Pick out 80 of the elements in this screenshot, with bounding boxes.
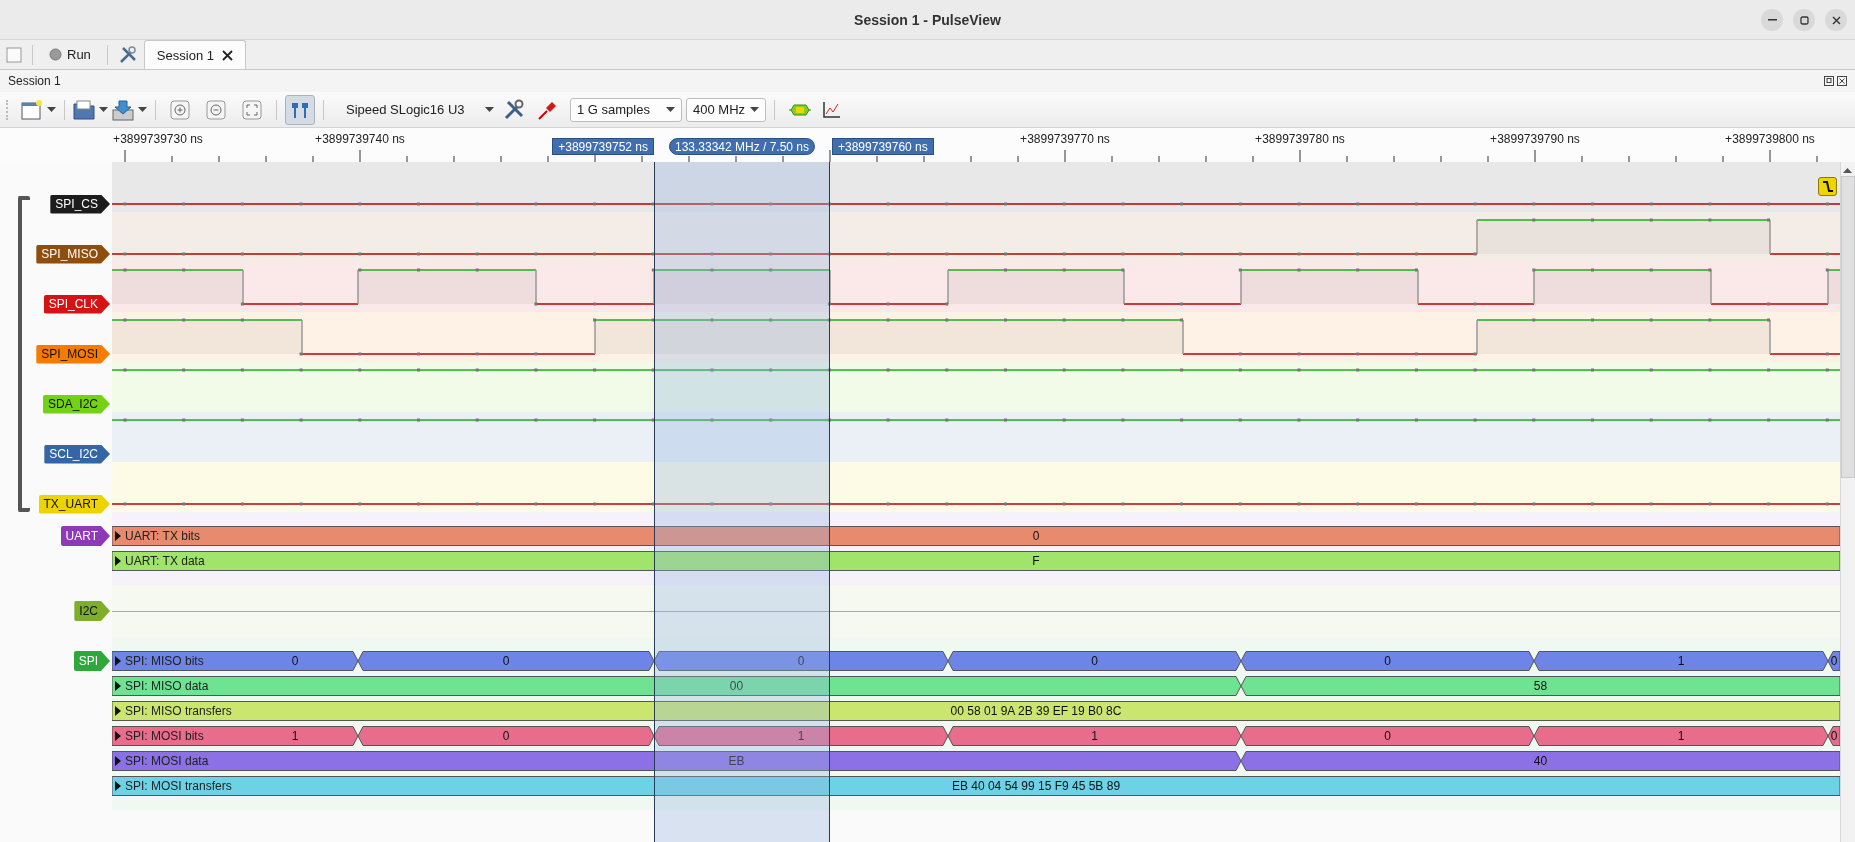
decoder-icon[interactable]	[789, 102, 811, 117]
dropdown-caret-icon[interactable]	[666, 106, 675, 113]
dropdown-caret-icon[interactable]	[138, 106, 147, 113]
zoom-fit-icon[interactable]	[242, 99, 262, 120]
close-icon[interactable]	[1837, 76, 1847, 86]
time-label: +3899739740 ns	[315, 132, 405, 146]
channel-tag[interactable]: TX_UART	[38, 494, 110, 514]
dropdown-caret-icon[interactable]	[485, 106, 494, 113]
row-label: SPI: MOSI transfers	[125, 779, 232, 793]
row-label: SPI: MISO bits	[125, 654, 204, 668]
row-label: UART: TX data	[125, 554, 205, 568]
time-label: +3899739800 ns	[1725, 132, 1815, 146]
up-arrow-icon[interactable]	[1841, 166, 1854, 174]
window-title: Session 1 - PulseView	[854, 11, 1001, 28]
expand-arrow-icon[interactable]	[115, 656, 121, 666]
cursor-range[interactable]	[654, 162, 830, 842]
tools-icon[interactable]	[502, 97, 526, 122]
save-icon[interactable]	[112, 98, 134, 121]
channel-tag[interactable]: SPI_MISO	[36, 244, 110, 264]
trigger-icon[interactable]	[1818, 177, 1837, 196]
cursor-marker[interactable]: +3899739760 ns	[832, 138, 934, 155]
scrollbar[interactable]	[1840, 162, 1855, 842]
annotation: 1	[653, 726, 949, 746]
scrollbar-thumb[interactable]	[1841, 176, 1855, 478]
channel-tag[interactable]: SPI_CS	[50, 194, 110, 214]
row-label: SPI: MISO data	[125, 679, 209, 693]
dropdown-caret-icon[interactable]	[47, 106, 56, 113]
zoom-out-icon[interactable]	[206, 99, 226, 120]
expand-arrow-icon[interactable]	[115, 681, 121, 691]
annotation: 1	[947, 726, 1242, 746]
row-label: UART: TX bits	[125, 529, 200, 543]
decoder-tag[interactable]: I2C	[74, 601, 110, 621]
close-icon[interactable]	[1831, 15, 1841, 25]
cursor-span-label: 133.33342 MHz / 7.50 ns	[668, 138, 816, 155]
annotation: 0	[1240, 651, 1535, 671]
sample-rate-dropdown[interactable]: 400 MHz	[686, 97, 766, 122]
annotation: 0	[947, 651, 1242, 671]
device-selector[interactable]: Sipeed SLogic16 U3	[332, 96, 498, 123]
dropdown-caret-icon[interactable]	[750, 106, 759, 113]
close-button[interactable]	[1825, 9, 1847, 31]
annotation: 58	[1240, 676, 1840, 696]
folder-icon[interactable]	[73, 99, 95, 120]
math-icon[interactable]	[821, 99, 841, 120]
annotation: 0	[1240, 726, 1535, 746]
zoom-in-icon[interactable]	[170, 99, 190, 120]
run-button[interactable]: Run	[43, 41, 97, 68]
restore-icon[interactable]	[1799, 15, 1809, 25]
circle-icon	[49, 48, 62, 61]
session-tab[interactable]: Session 1	[143, 40, 246, 69]
expand-arrow-icon[interactable]	[115, 706, 121, 716]
time-label: +3899739790 ns	[1490, 132, 1580, 146]
dock-title: Session 1	[8, 74, 61, 88]
expand-arrow-icon[interactable]	[115, 531, 121, 541]
cursor-marker[interactable]: +3899739752 ns	[552, 138, 654, 155]
annotation: 40	[1240, 751, 1840, 771]
time-label: +3899739780 ns	[1255, 132, 1345, 146]
float-icon[interactable]	[1824, 76, 1834, 86]
row-label: SPI: MOSI bits	[125, 729, 204, 743]
channel-tag[interactable]: SPI_CLK	[43, 294, 110, 314]
cursor-toggle-button[interactable]	[285, 94, 315, 125]
close-icon[interactable]	[221, 49, 233, 61]
row-label: SPI: MISO transfers	[125, 704, 232, 718]
restore-button[interactable]	[1793, 9, 1815, 31]
time-label: +3899739730 ns	[113, 132, 203, 146]
minimize-icon[interactable]	[1767, 19, 1777, 21]
channel-tag[interactable]: SCL_I2C	[44, 444, 110, 464]
sample-count-dropdown[interactable]: 1 G samples	[570, 97, 682, 122]
time-label: +3899739770 ns	[1020, 132, 1110, 146]
annotation: 0	[357, 651, 655, 671]
channel-tag[interactable]: SPI_MOSI	[36, 344, 110, 364]
new-file-icon[interactable]	[21, 99, 43, 120]
expand-arrow-icon[interactable]	[115, 781, 121, 791]
dropdown-caret-icon[interactable]	[99, 106, 108, 113]
row-label: SPI: MOSI data	[125, 754, 209, 768]
decoder-tag[interactable]: UART	[60, 526, 110, 546]
annotation: 0	[653, 651, 949, 671]
channel-tag[interactable]: SDA_I2C	[42, 394, 110, 414]
expand-arrow-icon[interactable]	[115, 556, 121, 566]
expand-arrow-icon[interactable]	[115, 731, 121, 741]
annotation: 0	[357, 726, 655, 746]
